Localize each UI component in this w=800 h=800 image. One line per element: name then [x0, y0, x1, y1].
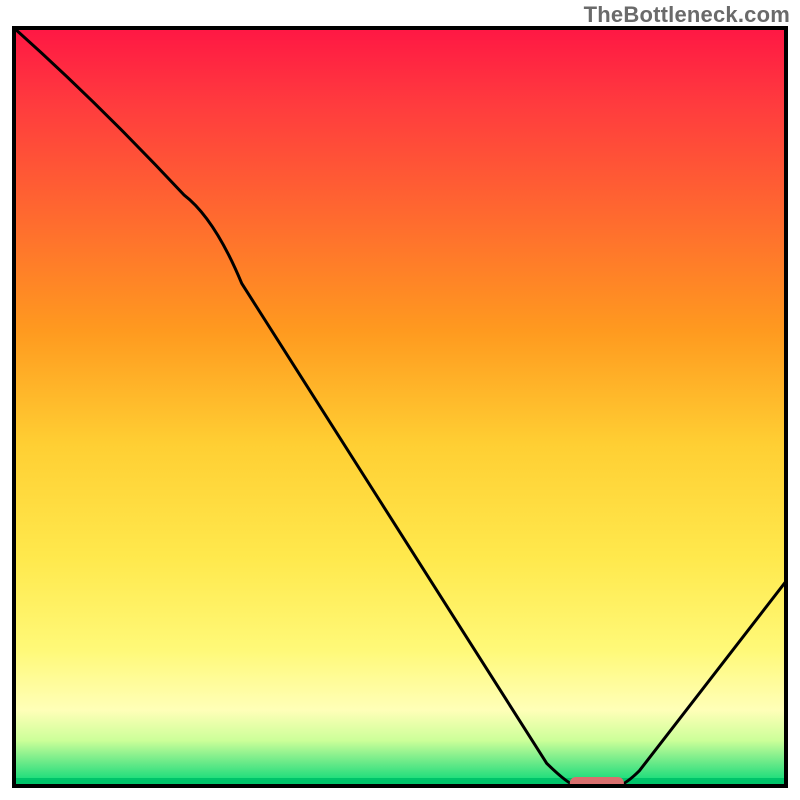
- attribution-label: TheBottleneck.com: [584, 2, 790, 28]
- chart-container: TheBottleneck.com: [0, 0, 800, 800]
- bottleneck-chart: [0, 0, 800, 800]
- gradient-background: [14, 28, 786, 786]
